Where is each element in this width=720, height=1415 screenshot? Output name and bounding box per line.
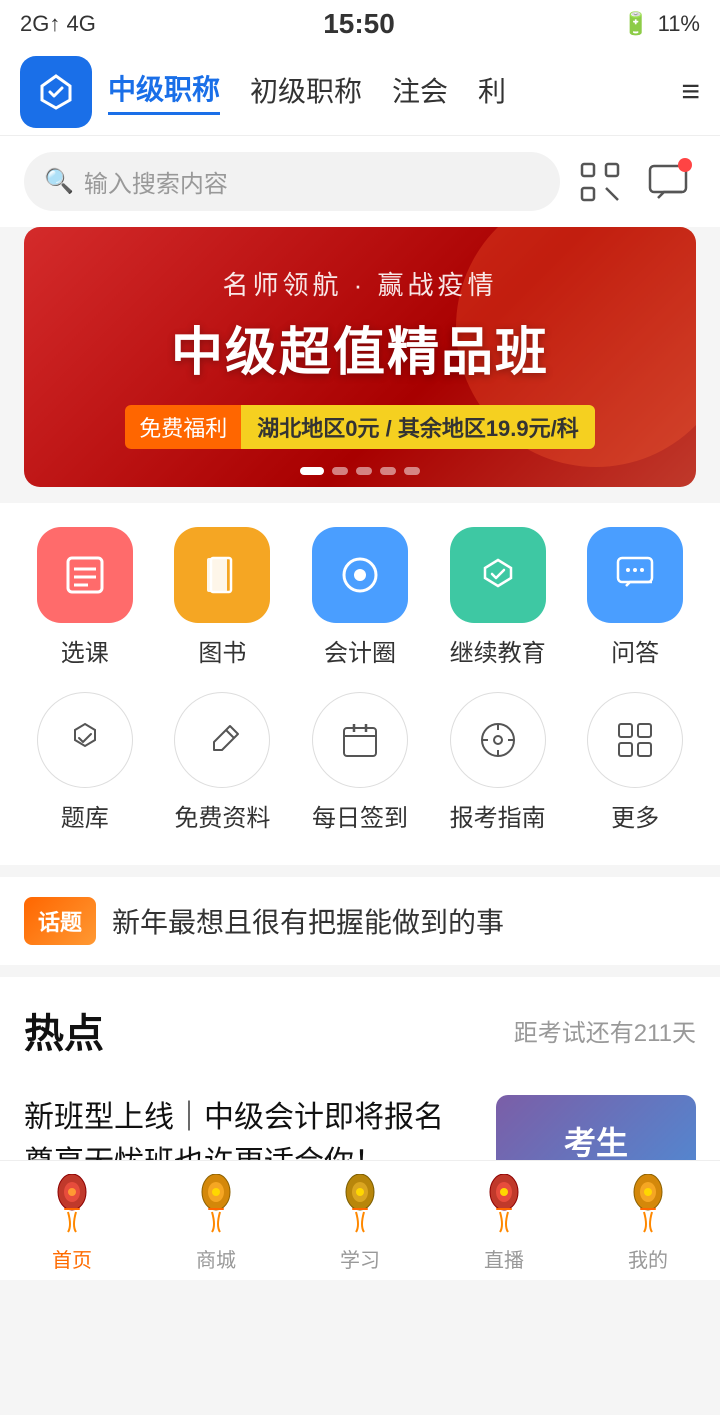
home-icon xyxy=(36,1168,108,1240)
menu-item-qiandao[interactable]: 每日签到 xyxy=(304,692,416,833)
banner-dots xyxy=(300,467,420,475)
topic-text: 新年最想且很有把握能做到的事 xyxy=(112,901,504,941)
qiandao-label: 每日签到 xyxy=(312,798,408,833)
menu-item-kuaijiquan[interactable]: 会计圈 xyxy=(304,527,416,668)
status-signal: 2G↑ 4G xyxy=(20,11,96,37)
hot-header: 热点 距考试还有211天 xyxy=(24,1001,696,1059)
tab-item-mine[interactable]: 我的 xyxy=(588,1168,708,1273)
search-icon: 🔍 xyxy=(44,167,74,196)
banner[interactable]: 名师领航 · 赢战疫情 中级超值精品班 免费福利 湖北地区0元 / 其余地区19… xyxy=(24,227,696,487)
tiku-icon xyxy=(37,692,133,788)
menu-item-tushu[interactable]: 图书 xyxy=(166,527,278,668)
tab-item-home[interactable]: 首页 xyxy=(12,1168,132,1273)
tiku-label: 题库 xyxy=(61,798,109,833)
hot-title: 热点 xyxy=(24,1001,104,1059)
tushu-icon xyxy=(174,527,270,623)
dot-4[interactable] xyxy=(380,467,396,475)
hot-countdown: 距考试还有211天 xyxy=(514,1013,696,1048)
promo-text: 湖北地区0元 / 其余地区19.9元/科 xyxy=(241,405,595,449)
nav-header: 中级职称 初级职称 注会 利 ≡ xyxy=(0,48,720,136)
live-icon xyxy=(468,1168,540,1240)
menu-row-1: 选课 图书 会计圈 xyxy=(16,527,704,668)
menu-grid: 选课 图书 会计圈 xyxy=(0,503,720,865)
message-badge xyxy=(678,158,692,172)
menu-item-xueke[interactable]: 选课 xyxy=(29,527,141,668)
menu-row-2: 题库 免费资料 每日签到 xyxy=(16,692,704,833)
kuaijiquan-label: 会计圈 xyxy=(324,633,396,668)
kuaijiquan-icon xyxy=(312,527,408,623)
banner-promo: 免费福利 湖北地区0元 / 其余地区19.9元/科 xyxy=(125,405,595,449)
dot-2[interactable] xyxy=(332,467,348,475)
message-button[interactable] xyxy=(640,154,696,210)
app-logo[interactable] xyxy=(20,56,92,128)
wenda-icon xyxy=(587,527,683,623)
mianfei-label: 免费资料 xyxy=(174,798,270,833)
nav-more-button[interactable]: ≡ xyxy=(681,73,700,110)
tab-item-shop[interactable]: 商城 xyxy=(156,1168,276,1273)
mine-icon xyxy=(612,1168,684,1240)
banner-title: 中级超值精品班 xyxy=(171,310,549,385)
xueke-icon xyxy=(37,527,133,623)
scan-button[interactable] xyxy=(572,154,628,210)
tushu-label: 图书 xyxy=(198,633,246,668)
gengduo-label: 更多 xyxy=(611,798,659,833)
dot-5[interactable] xyxy=(404,467,420,475)
search-placeholder: 输入搜索内容 xyxy=(84,164,228,199)
search-input-wrap[interactable]: 🔍 输入搜索内容 xyxy=(24,152,560,211)
baokaozhinan-icon xyxy=(450,692,546,788)
menu-item-gengduo[interactable]: 更多 xyxy=(579,692,691,833)
search-bar: 🔍 输入搜索内容 xyxy=(0,136,720,227)
banner-subtitle: 名师领航 · 赢战疫情 xyxy=(222,265,497,302)
topic-banner[interactable]: 话题 新年最想且很有把握能做到的事 xyxy=(0,877,720,965)
xueke-label: 选课 xyxy=(61,633,109,668)
menu-item-mianfei[interactable]: 免费资料 xyxy=(166,692,278,833)
status-bar: 2G↑ 4G 15:50 🔋 11% xyxy=(0,0,720,48)
baokaozhinan-label: 报考指南 xyxy=(450,798,546,833)
tab-item-live[interactable]: 直播 xyxy=(444,1168,564,1273)
jixujioyu-label: 继续教育 xyxy=(450,633,546,668)
tab-label-shop: 商城 xyxy=(196,1244,236,1273)
tab-label-study: 学习 xyxy=(340,1244,380,1273)
shop-icon xyxy=(180,1168,252,1240)
topic-tag: 话题 xyxy=(24,897,96,945)
banner-wrap[interactable]: 名师领航 · 赢战疫情 中级超值精品班 免费福利 湖北地区0元 / 其余地区19… xyxy=(24,227,696,487)
battery-icon: 🔋 xyxy=(622,11,649,37)
signal-text: 2G↑ 4G xyxy=(20,11,96,37)
jixujioyu-icon xyxy=(450,527,546,623)
mianfei-icon xyxy=(174,692,270,788)
promo-tag: 免费福利 xyxy=(125,405,241,449)
status-right: 🔋 11% xyxy=(622,11,700,37)
nav-tab-pri[interactable]: 初级职称 xyxy=(250,70,362,114)
menu-item-tiku[interactable]: 题库 xyxy=(29,692,141,833)
tab-label-mine: 我的 xyxy=(628,1244,668,1273)
battery-text: 11% xyxy=(658,11,700,37)
status-time: 15:50 xyxy=(323,8,395,40)
tab-label-home: 首页 xyxy=(52,1244,92,1273)
nav-tab-cpa[interactable]: 注会 xyxy=(392,70,448,114)
study-icon xyxy=(324,1168,396,1240)
menu-item-jixujioyu[interactable]: 继续教育 xyxy=(442,527,554,668)
qiandao-icon xyxy=(312,692,408,788)
menu-item-baokaozhinan[interactable]: 报考指南 xyxy=(442,692,554,833)
nav-tab-other[interactable]: 利 xyxy=(478,70,506,114)
tab-bar: 首页 商城 学习 xyxy=(0,1160,720,1280)
nav-tab-mid[interactable]: 中级职称 xyxy=(108,68,220,115)
dot-3[interactable] xyxy=(356,467,372,475)
tab-label-live: 直播 xyxy=(484,1244,524,1273)
tab-item-study[interactable]: 学习 xyxy=(300,1168,420,1273)
nav-tabs: 中级职称 初级职称 注会 利 xyxy=(108,68,665,115)
menu-item-wenda[interactable]: 问答 xyxy=(579,527,691,668)
wenda-label: 问答 xyxy=(611,633,659,668)
gengduo-icon xyxy=(587,692,683,788)
dot-1[interactable] xyxy=(300,467,324,475)
